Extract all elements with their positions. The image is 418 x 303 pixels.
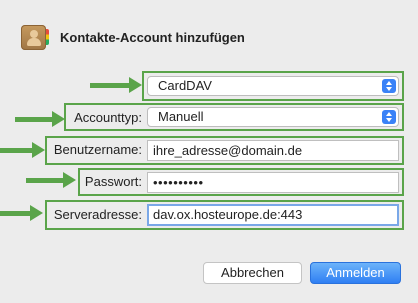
login-button[interactable]: Anmelden	[310, 262, 401, 284]
server-field[interactable]: dav.ox.hosteurope.de:443	[147, 204, 399, 226]
server-label: Serveradresse:	[53, 207, 142, 222]
username-label: Benutzername:	[53, 142, 142, 157]
account-type-value: CardDAV	[158, 78, 212, 93]
account-type-select[interactable]: CardDAV	[147, 76, 399, 96]
password-field[interactable]: ••••••••••	[147, 172, 399, 193]
account-mode-select[interactable]: Manuell	[147, 107, 399, 127]
username-field[interactable]: ihre_adresse@domain.de	[147, 140, 399, 161]
dialog-title: Kontakte-Account hinzufügen	[60, 30, 245, 45]
annotation-arrow-5	[0, 205, 43, 221]
contacts-app-icon	[21, 25, 49, 50]
accounttyp-label: Accounttyp:	[74, 110, 142, 125]
select-stepper-icon	[382, 79, 396, 93]
password-label: Passwort:	[84, 174, 142, 189]
annotation-arrow-2	[15, 111, 65, 127]
annotation-arrow-3	[0, 142, 45, 158]
account-mode-value: Manuell	[158, 109, 204, 124]
annotation-arrow-1	[90, 77, 142, 93]
annotation-arrow-4	[26, 172, 76, 188]
cancel-button[interactable]: Abbrechen	[203, 262, 302, 284]
select-stepper-icon	[382, 110, 396, 124]
